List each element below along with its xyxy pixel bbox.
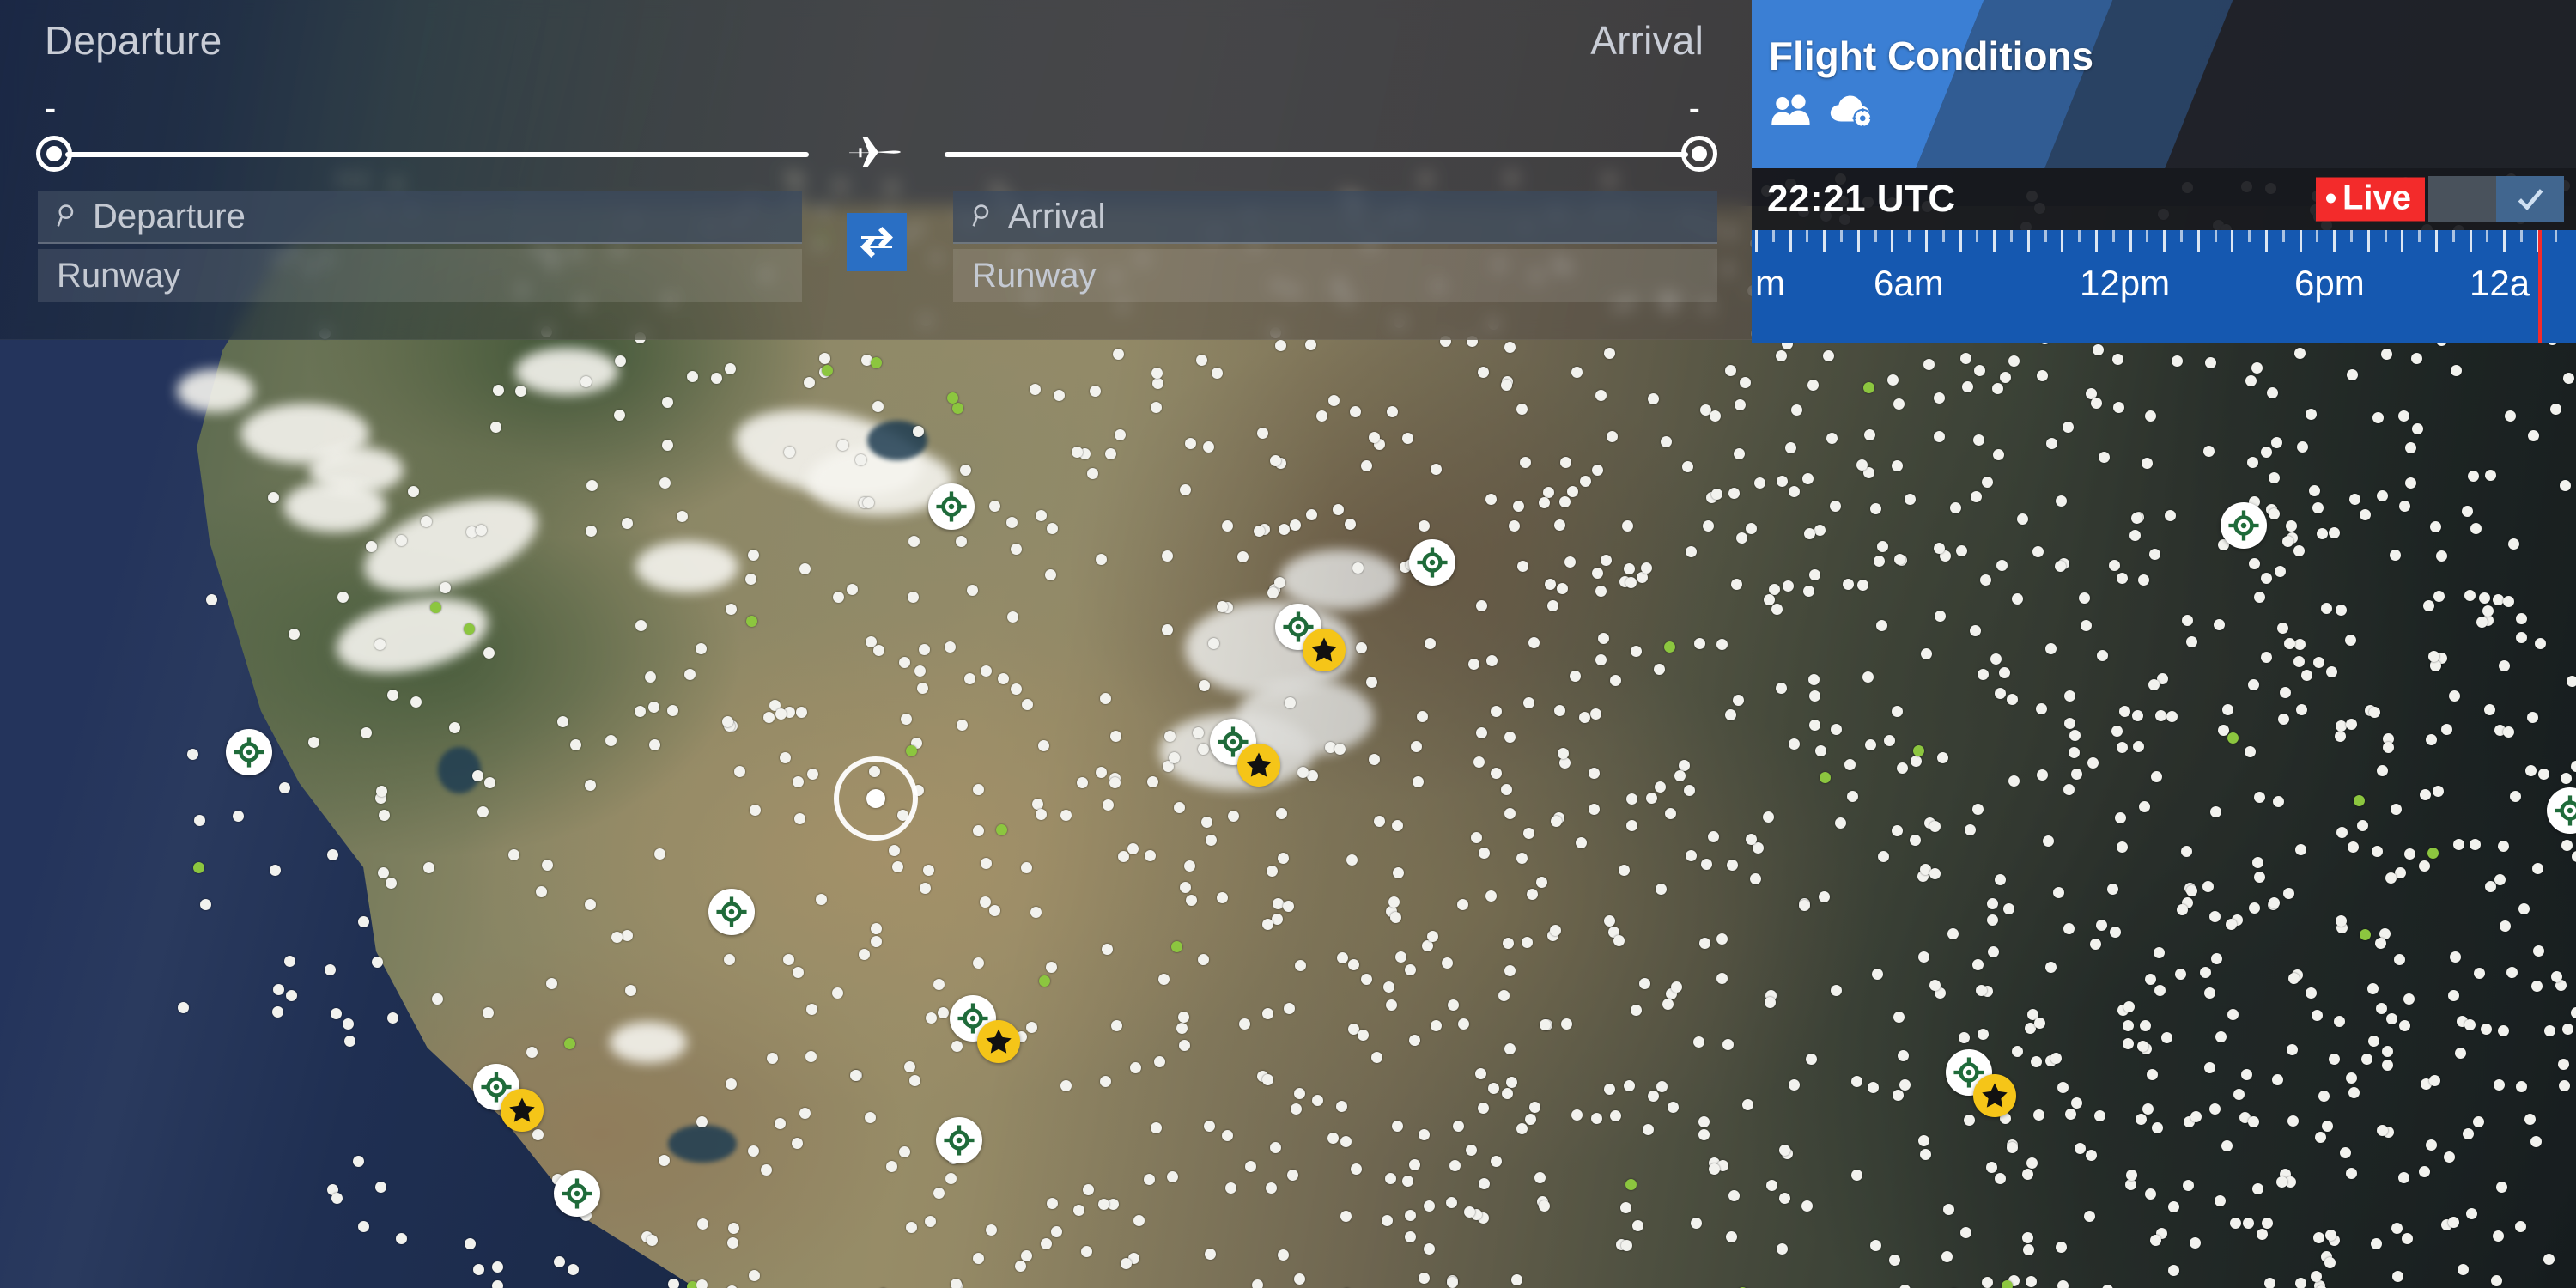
favorite-star-marker[interactable]	[977, 1020, 1020, 1063]
departure-runway-input[interactable]: Runway	[38, 249, 802, 302]
slider-handle[interactable]	[1681, 136, 1717, 172]
airport-marker[interactable]	[554, 1170, 600, 1217]
utc-clock: 22:21 UTC	[1767, 178, 1956, 220]
airplane-icon	[845, 125, 907, 177]
search-icon	[57, 204, 79, 229]
snow-patch	[177, 369, 254, 412]
airport-marker[interactable]	[1409, 539, 1455, 586]
airport-marker[interactable]	[928, 483, 975, 530]
map-selection-dot	[866, 789, 885, 808]
airport-marker[interactable]	[708, 889, 755, 935]
flight-conditions-header: Flight Conditions	[1752, 0, 2576, 168]
airport-marker[interactable]	[936, 1117, 982, 1163]
route-search-bar: Departure Arrival - - Departure Runway A…	[0, 0, 1752, 340]
snow-patch	[610, 1022, 687, 1063]
lake	[867, 421, 927, 460]
swap-route-button[interactable]	[847, 213, 907, 271]
flight-conditions-icon-row	[1771, 93, 1875, 127]
snow-patch	[283, 481, 386, 532]
flight-conditions-title: Flight Conditions	[1769, 33, 2094, 78]
snow-patch	[515, 348, 618, 395]
search-icon	[972, 204, 994, 229]
people-icon[interactable]	[1771, 94, 1814, 126]
timeline-label: 6am	[1874, 263, 1944, 303]
lake	[668, 1125, 737, 1163]
snow-patch	[635, 541, 738, 592]
cloud-gear-icon[interactable]	[1829, 93, 1875, 127]
arrival-label: Arrival	[1590, 18, 1704, 63]
flight-map-app: Departure Arrival - - Departure Runway A…	[0, 0, 2576, 1288]
arrival-search-input[interactable]: Arrival	[953, 191, 1717, 244]
flight-conditions-panel: Flight Conditions 22:21 UTC Live m 6am 1…	[1752, 0, 2576, 343]
playback-mode-toggle[interactable]	[2428, 176, 2564, 222]
departure-time-slider[interactable]	[36, 136, 809, 173]
toggle-segment-off[interactable]	[2428, 176, 2496, 222]
live-dot-icon	[2325, 193, 2336, 203]
favorite-star-marker[interactable]	[1303, 629, 1346, 671]
arrival-runway-input[interactable]: Runway	[953, 249, 1717, 302]
arrival-runway-placeholder: Runway	[972, 256, 1097, 295]
favorite-star-marker[interactable]	[1973, 1074, 2016, 1117]
departure-runway-placeholder: Runway	[57, 256, 181, 295]
airport-marker[interactable]	[226, 729, 272, 775]
toggle-segment-on[interactable]	[2496, 176, 2564, 222]
lake	[438, 747, 481, 793]
departure-search-placeholder: Departure	[93, 197, 246, 235]
check-icon	[2518, 189, 2543, 211]
arrival-time-value: -	[1688, 89, 1700, 127]
timeline-label: 12pm	[2080, 263, 2171, 303]
arrival-search-placeholder: Arrival	[1008, 197, 1106, 235]
departure-label: Departure	[45, 18, 222, 63]
favorite-star-marker[interactable]	[501, 1089, 544, 1132]
timeline-label: 6pm	[2294, 263, 2365, 303]
airport-marker[interactable]	[2221, 502, 2267, 549]
timeline-ticks	[1752, 230, 2576, 259]
slider-track	[945, 152, 1688, 157]
slider-track	[65, 152, 809, 157]
departure-search-input[interactable]: Departure	[38, 191, 802, 244]
flight-conditions-timebar: 22:21 UTC Live	[1752, 168, 2576, 230]
timeline-ruler[interactable]: m 6am 12pm 6pm 12a	[1752, 230, 2576, 343]
favorite-star-marker[interactable]	[1237, 744, 1280, 787]
timeline-label: 12a	[2470, 263, 2530, 303]
snow-patch	[1279, 550, 1400, 610]
timeline-labels: m 6am 12pm 6pm 12a	[1752, 263, 2576, 314]
current-time-marker[interactable]	[2538, 230, 2542, 343]
live-label: Live	[2342, 179, 2411, 217]
live-badge[interactable]: Live	[2315, 177, 2425, 222]
departure-time-value: -	[45, 89, 57, 127]
timeline-label: m	[1755, 263, 1785, 303]
arrival-time-slider[interactable]	[945, 136, 1717, 173]
slider-handle[interactable]	[36, 136, 72, 172]
